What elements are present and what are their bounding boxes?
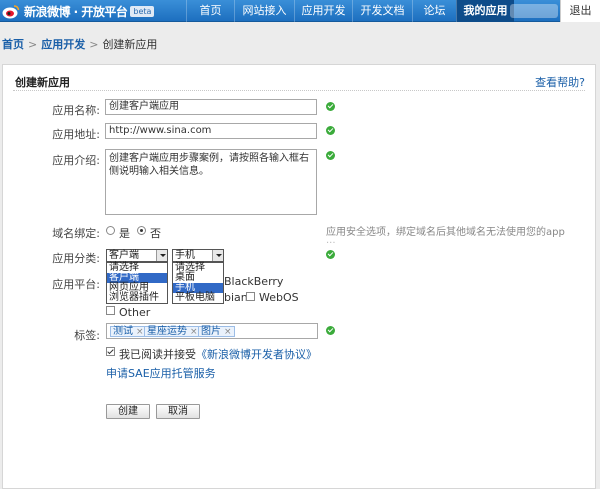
help-link[interactable]: 查看帮助? — [535, 74, 585, 90]
create-app-panel: 创建新应用 查看帮助? 应用名称: 创建客户端应用 应用地址: http://w… — [2, 64, 596, 489]
nav-forum[interactable]: 论坛 — [412, 0, 456, 22]
logo-text: 新浪微博 · 开放平台 — [24, 4, 128, 19]
app-name-label: 应用名称: — [52, 104, 100, 117]
cancel-button[interactable]: 取消 — [156, 404, 200, 419]
main-nav: 首页 网站接入 应用开发 开发文档 论坛 我的应用 — [186, 0, 514, 22]
domain-label: 域名绑定: — [52, 227, 100, 240]
close-icon[interactable]: × — [224, 327, 232, 337]
platform-other-checkbox[interactable] — [106, 306, 115, 315]
domain-hint-overflow: ... — [326, 235, 336, 246]
platform-symbian-label: bian — [224, 291, 248, 304]
nav-app-dev[interactable]: 应用开发 — [294, 0, 352, 22]
valid-check-icon — [326, 126, 335, 135]
device-option[interactable]: 平板电脑 — [173, 293, 223, 303]
nav-site-access[interactable]: 网站接入 — [234, 0, 294, 22]
breadcrumb-separator: > — [28, 38, 38, 51]
platform-blackberry-label: BlackBerry — [224, 275, 284, 288]
valid-check-icon — [326, 151, 335, 160]
category-selected-value: 客户端 — [109, 250, 139, 261]
nav-home[interactable]: 首页 — [186, 0, 234, 22]
category-label: 应用分类: — [52, 252, 100, 265]
app-url-label: 应用地址: — [52, 128, 100, 141]
agree-text: 我已阅读并接受《新浪微博开发者协议》 — [119, 348, 317, 361]
create-button[interactable]: 创建 — [106, 404, 150, 419]
logo[interactable]: 新浪微博 · 开放平台 beta — [2, 2, 155, 20]
panel-title: 创建新应用 — [15, 76, 70, 89]
device-select[interactable]: 手机 — [172, 249, 224, 262]
breadcrumb-home[interactable]: 首页 — [2, 38, 24, 51]
tag-chip[interactable]: 图片 × — [198, 326, 235, 337]
app-url-input[interactable]: http://www.sina.com — [105, 123, 317, 139]
breadcrumb: 首页 > 应用开发 > 创建新应用 — [2, 36, 157, 52]
top-navbar: 新浪微博 · 开放平台 beta 首页 网站接入 应用开发 开发文档 论坛 我的… — [0, 0, 600, 22]
sae-hosting-link[interactable]: 申请SAE应用托管服务 — [106, 365, 216, 381]
close-icon[interactable]: × — [190, 327, 198, 337]
tags-label: 标签: — [74, 329, 100, 342]
category-option[interactable]: 浏览器插件 — [107, 293, 167, 303]
app-desc-textarea[interactable]: 创建客户端应用步骤案例，请按照各输入框右侧说明输入相关信息。 — [105, 149, 317, 215]
weibo-logo-icon — [2, 4, 20, 18]
valid-check-icon — [326, 326, 335, 335]
device-selected-value: 手机 — [175, 250, 195, 261]
domain-yes-label: 是 — [119, 227, 130, 240]
category-select[interactable]: 客户端 — [106, 249, 168, 262]
breadcrumb-separator: > — [89, 38, 99, 51]
app-name-input[interactable]: 创建客户端应用 — [105, 99, 317, 115]
domain-yes-radio[interactable] — [106, 226, 115, 235]
logout-button[interactable]: 退出 — [560, 0, 600, 22]
valid-check-icon — [326, 102, 335, 111]
valid-check-icon — [326, 250, 335, 259]
user-name-blurred — [510, 4, 558, 18]
close-icon[interactable]: × — [136, 327, 144, 337]
breadcrumb-app-dev[interactable]: 应用开发 — [41, 38, 85, 51]
panel-divider — [13, 90, 585, 91]
platform-webos-label: WebOS — [259, 291, 299, 304]
domain-no-radio[interactable] — [137, 226, 146, 235]
domain-no-label: 否 — [150, 227, 161, 240]
nav-my-apps[interactable]: 我的应用 — [456, 0, 514, 22]
agree-checkbox[interactable] — [106, 347, 115, 356]
breadcrumb-current: 创建新应用 — [102, 38, 158, 51]
tag-chip[interactable]: 星座运势 × — [144, 326, 201, 337]
beta-badge: beta — [130, 5, 155, 17]
tag-chip[interactable]: 测试 × — [110, 326, 147, 337]
nav-docs[interactable]: 开发文档 — [352, 0, 412, 22]
developer-agreement-link[interactable]: 《新浪微博开发者协议》 — [196, 348, 317, 361]
tags-input[interactable]: 测试 × 星座运势 × 图片 × — [106, 323, 318, 339]
chevron-down-icon[interactable] — [156, 250, 167, 261]
platform-other-label: Other — [119, 306, 151, 319]
app-desc-label: 应用介绍: — [52, 154, 100, 167]
category-dropdown[interactable]: 请选择 客户端 网页应用 浏览器插件 — [106, 262, 168, 304]
platform-webos-checkbox[interactable] — [246, 292, 255, 301]
domain-hint: 应用安全选项，绑定域名后其他域名无法使用您的app — [326, 227, 565, 238]
platform-label: 应用平台: — [52, 278, 100, 291]
chevron-down-icon[interactable] — [212, 250, 223, 261]
device-dropdown[interactable]: 请选择 桌面 手机 平板电脑 — [172, 262, 224, 304]
